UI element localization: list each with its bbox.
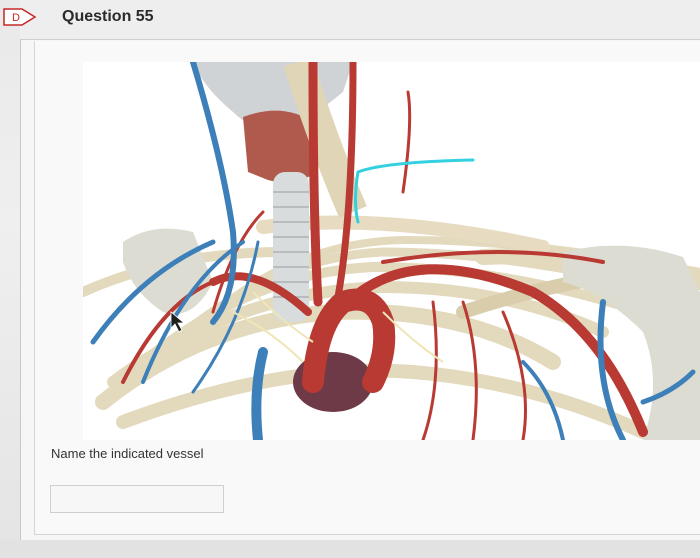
answer-input[interactable] [50, 485, 224, 513]
question-prompt: Name the indicated vessel [51, 446, 204, 461]
anatomy-image [83, 62, 700, 440]
screen-background: D Question 55 Name the indicated vessel [0, 0, 700, 558]
flag-icon[interactable]: D [2, 6, 38, 28]
page-bottom [0, 540, 700, 558]
svg-text:D: D [12, 12, 20, 24]
question-title: Question 55 [62, 8, 154, 25]
